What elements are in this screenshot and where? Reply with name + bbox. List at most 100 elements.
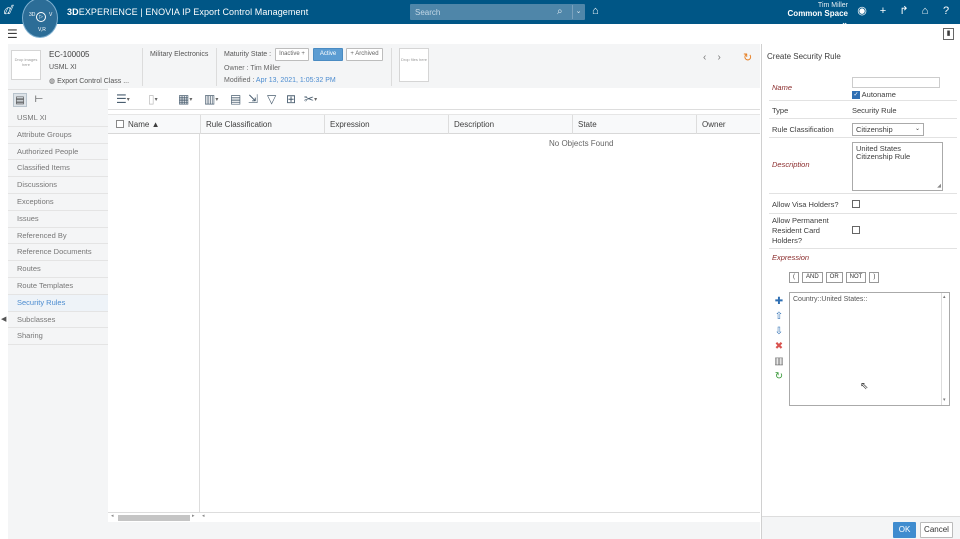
horizontal-scrollbar[interactable]: ◂ ▸ ◂: [108, 512, 760, 522]
and-button[interactable]: AND: [802, 272, 823, 283]
object-category: Military Electronics: [150, 51, 209, 58]
type-label: Type: [772, 106, 789, 115]
add-icon[interactable]: +: [876, 4, 890, 18]
left-tab-bar: ▤ ⊢: [8, 90, 108, 112]
sidebar-item-usml-xi[interactable]: USML XI: [8, 110, 108, 127]
scroll-left-icon[interactable]: ◂: [111, 513, 114, 519]
autoname-label: Autoname: [861, 90, 896, 99]
compass-icon[interactable]: 3D V ▷ V,R: [22, 0, 58, 38]
toolbar: ☰▾ ▯▾ ▦▾ ▥▾ ▤ ⇲ ▽ ⊞ ✂▾: [108, 88, 760, 110]
share-icon[interactable]: ↱: [897, 4, 911, 18]
remove-icon[interactable]: ✖: [772, 339, 786, 354]
row-permanent-resident: Allow Permanent Resident Card Holders?: [769, 214, 957, 249]
drop-images-zone[interactable]: Drop images here: [11, 50, 41, 80]
move-up-icon[interactable]: ⇧: [772, 309, 786, 324]
refresh-icon[interactable]: ↻: [743, 51, 752, 64]
column-expression[interactable]: Expression: [324, 115, 448, 134]
name-input[interactable]: [852, 77, 940, 88]
hamburger-menu-icon[interactable]: ☰: [7, 27, 18, 41]
column-owner[interactable]: Owner: [696, 115, 760, 134]
sidebar-item-security-rules[interactable]: Security Rules: [8, 294, 108, 312]
space-selector[interactable]: Common Space ⌄: [780, 9, 848, 27]
modified-label: Modified : Apr 13, 2021, 1:05:32 PM: [224, 77, 336, 84]
cancel-button[interactable]: Cancel: [920, 522, 953, 538]
column-description[interactable]: Description: [448, 115, 572, 134]
sidebar-item-classified-items[interactable]: Classified Items: [8, 160, 108, 178]
expression-actions: ✚ ⇧ ⇩ ✖ ▥ ↻: [772, 294, 786, 384]
previous-icon[interactable]: ‹: [703, 52, 706, 63]
export-icon[interactable]: ⇲: [248, 91, 258, 107]
filter-icon[interactable]: ▽: [267, 91, 276, 107]
collapse-sidebar-icon[interactable]: ◀: [1, 315, 6, 323]
sidebar-item-referenced-by[interactable]: Referenced By: [8, 228, 108, 245]
permanent-resident-checkbox[interactable]: [852, 226, 860, 234]
clipboard-icon[interactable]: ▯▾: [148, 91, 158, 107]
tree-view-icon[interactable]: ⊢: [32, 93, 46, 107]
actions-menu-icon[interactable]: ☰▾: [116, 91, 130, 107]
apply-icon[interactable]: ↻: [772, 369, 786, 384]
autoname-control[interactable]: ✓ Autoname: [852, 90, 896, 100]
mouse-cursor-icon: ⇖: [860, 381, 869, 392]
expression-textarea[interactable]: Country::United States:: ▴ ▾: [789, 292, 950, 406]
approve-list-icon[interactable]: ▤: [230, 91, 241, 107]
close-paren-button[interactable]: ): [869, 272, 880, 283]
sidebar-item-sharing[interactable]: Sharing: [8, 328, 108, 346]
sidebar-item-attribute-groups[interactable]: Attribute Groups: [8, 127, 108, 144]
column-rule-classification[interactable]: Rule Classification: [200, 115, 324, 134]
drop-files-zone[interactable]: Drop files here: [399, 48, 429, 82]
scroll-up-icon[interactable]: ▴: [943, 294, 946, 300]
next-icon[interactable]: ›: [717, 52, 720, 63]
create-security-rule-panel: Create Security Rule Name ✓ Autoname Typ…: [761, 44, 960, 539]
chevron-down-icon[interactable]: ⌄: [572, 5, 584, 19]
scroll-left-icon-2[interactable]: ◂: [202, 513, 205, 519]
sidebar-item-exceptions[interactable]: Exceptions: [8, 194, 108, 211]
user-menu[interactable]: Tim Miller Common Space ⌄: [780, 2, 848, 27]
ds-logo-icon: ⅆ: [3, 3, 12, 17]
sidebar-item-subclasses[interactable]: Subclasses: [8, 312, 108, 329]
modified-date: Apr 13, 2021, 1:05:32 PM: [255, 77, 336, 84]
nav-arrows: ‹ ›: [703, 52, 721, 63]
or-button[interactable]: OR: [825, 272, 843, 283]
open-paren-button[interactable]: (: [789, 272, 799, 283]
visa-checkbox[interactable]: [852, 200, 860, 208]
profile-icon[interactable]: ◉: [855, 4, 869, 18]
column-name[interactable]: Name ▲: [111, 115, 200, 134]
ok-button[interactable]: OK: [893, 522, 916, 538]
autoname-checkbox[interactable]: ✓: [852, 91, 860, 100]
expression-scrollbar[interactable]: ▴ ▾: [941, 293, 949, 405]
state-active-button[interactable]: Active: [313, 48, 343, 61]
scroll-right-icon[interactable]: ▸: [192, 513, 195, 519]
not-button[interactable]: NOT: [845, 272, 867, 283]
scroll-down-icon[interactable]: ▾: [943, 397, 946, 403]
sidebar-item-routes[interactable]: Routes: [8, 261, 108, 278]
search-input[interactable]: [410, 7, 550, 17]
state-inactive-button[interactable]: Inactive +: [275, 48, 309, 61]
sidebar-item-route-templates[interactable]: Route Templates: [8, 278, 108, 295]
sidebar-item-discussions[interactable]: Discussions: [8, 177, 108, 194]
columns-icon[interactable]: ▥▾: [204, 91, 218, 107]
select-all-checkbox[interactable]: [116, 119, 124, 128]
tools-icon[interactable]: ✂▾: [304, 91, 317, 107]
object-classification[interactable]: ◍ Export Control Class ...: [49, 77, 129, 85]
state-archived-button[interactable]: + Archived: [346, 48, 383, 61]
panel-toggle-icon[interactable]: ▮: [943, 28, 954, 40]
add-icon[interactable]: ✚: [772, 294, 786, 309]
trash-icon[interactable]: ▥: [772, 354, 786, 369]
scroll-thumb[interactable]: [118, 515, 190, 521]
tag-icon[interactable]: ⌂: [592, 5, 599, 17]
resize-grip-icon[interactable]: ◢: [937, 182, 941, 190]
move-down-icon[interactable]: ⇩: [772, 324, 786, 339]
edit-table-icon[interactable]: ▦▾: [178, 91, 192, 107]
brand-bold: 3D: [67, 7, 79, 17]
sidebar-item-authorized-people[interactable]: Authorized People: [8, 144, 108, 161]
help-icon[interactable]: ?: [939, 4, 953, 18]
rule-classification-select[interactable]: Citizenship ⌄: [852, 123, 924, 136]
sidebar-item-reference-documents[interactable]: Reference Documents: [8, 244, 108, 262]
description-textarea[interactable]: United States Citizenship Rule ◢: [852, 142, 943, 191]
column-state[interactable]: State: [572, 115, 696, 134]
sidebar-item-issues[interactable]: Issues: [8, 211, 108, 228]
fit-icon[interactable]: ⊞: [286, 91, 296, 107]
search-icon[interactable]: ⌕: [557, 6, 563, 17]
list-view-icon[interactable]: ▤: [13, 93, 27, 107]
home-icon[interactable]: ⌂: [918, 4, 932, 18]
